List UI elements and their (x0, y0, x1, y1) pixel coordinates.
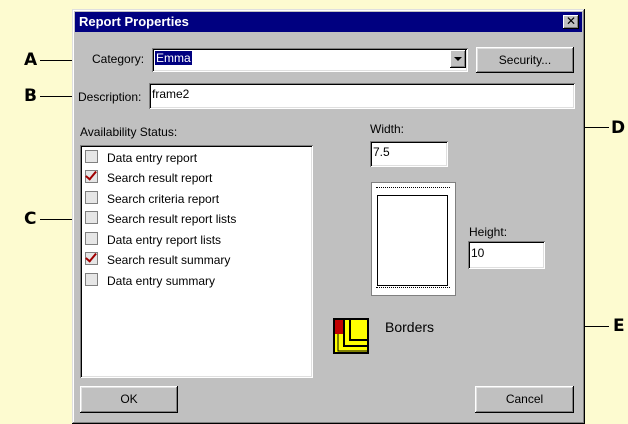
checkbox[interactable] (85, 273, 98, 286)
list-item[interactable]: Data entry summary (85, 272, 215, 292)
category-dropdown[interactable]: Emma (152, 48, 468, 72)
page-preview-icon (371, 182, 456, 296)
close-button[interactable]: ✕ (563, 15, 579, 29)
page-body (377, 195, 448, 286)
ok-button[interactable]: OK (80, 386, 178, 413)
dialog-title: Report Properties (79, 14, 189, 29)
width-input[interactable]: 7.5 (370, 141, 448, 167)
list-item[interactable]: Search result report (85, 169, 212, 189)
report-properties-dialog: Report Properties ✕ Category: Emma Secur… (72, 9, 585, 424)
callout-b-line (40, 96, 72, 97)
category-label: Category: (92, 52, 145, 66)
checkbox[interactable] (85, 191, 98, 204)
list-item[interactable]: Search result summary (85, 251, 230, 271)
close-icon: ✕ (565, 14, 577, 28)
category-value: Emma (155, 51, 192, 65)
availability-list[interactable]: Data entry report Search result report S… (80, 145, 313, 378)
callout-a-line (40, 60, 72, 61)
checkbox[interactable] (85, 150, 98, 163)
callout-e: E (613, 316, 625, 336)
top-margin-ruler (376, 187, 450, 192)
title-bar: Report Properties ✕ (75, 12, 582, 32)
chevron-down-icon[interactable] (450, 50, 466, 68)
callout-b: B (24, 86, 37, 106)
checkbox[interactable] (85, 211, 98, 224)
callout-a: A (24, 50, 38, 70)
security-button[interactable]: Security... (476, 47, 574, 73)
callout-c: C (24, 209, 37, 229)
borders-label: Borders (385, 319, 435, 335)
description-label: Description: (78, 90, 142, 104)
availability-label: Availability Status: (80, 125, 178, 139)
checkbox-checked[interactable] (85, 252, 98, 265)
width-label: Width: (370, 122, 405, 136)
list-item[interactable]: Search result report lists (85, 210, 236, 230)
description-input[interactable]: frame2 (149, 83, 575, 109)
list-item[interactable]: Data entry report lists (85, 231, 221, 251)
height-input[interactable]: 10 (468, 241, 545, 269)
checkbox-checked[interactable] (85, 170, 98, 183)
checkbox[interactable] (85, 232, 98, 245)
bottom-margin-ruler (376, 287, 450, 292)
borders-icon[interactable] (333, 318, 369, 354)
list-item[interactable]: Data entry report (85, 149, 197, 169)
list-item[interactable]: Search criteria report (85, 190, 219, 210)
callout-d: D (611, 118, 626, 138)
cancel-button[interactable]: Cancel (475, 386, 574, 413)
height-label: Height: (469, 225, 508, 239)
